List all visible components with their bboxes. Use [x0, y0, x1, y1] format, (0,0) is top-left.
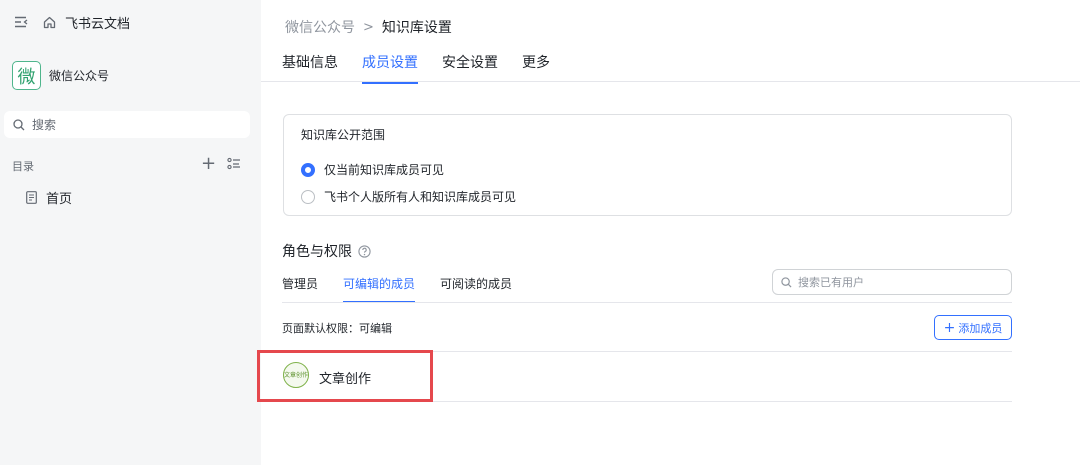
main-content: 微信公众号 > 知识库设置 基础信息 成员设置 安全设置 更多 知识库公开范围 … — [257, 0, 1080, 465]
tab-more[interactable]: 更多 — [522, 52, 550, 84]
default-permission-text: 页面默认权限：可编辑 — [282, 322, 392, 335]
radio-checked-icon[interactable] — [301, 162, 315, 177]
role-tabs: 管理员 可编辑的成员 可阅读的成员 — [282, 275, 537, 303]
radio-unchecked-icon[interactable] — [301, 189, 315, 204]
tab-readers[interactable]: 可阅读的成员 — [440, 275, 512, 303]
workspace-logo: 微 — [12, 61, 41, 90]
workspace-name[interactable]: 微信公众号 — [49, 67, 109, 84]
search-icon — [13, 118, 25, 131]
add-member-label: 添加成员 — [958, 321, 1003, 335]
app-title[interactable]: 飞书云文档 — [65, 13, 130, 32]
sidebar-header: 飞书云文档 — [14, 12, 130, 32]
tab-admins[interactable]: 管理员 — [282, 275, 318, 303]
toc-label: 目录 — [12, 160, 34, 173]
breadcrumb: 微信公众号 > 知识库设置 — [285, 17, 452, 37]
add-icon[interactable]: + — [201, 155, 216, 173]
visibility-option-label: 飞书个人版所有人和知识库成员可见 — [324, 190, 517, 204]
role-tabs-divider — [282, 302, 1012, 303]
breadcrumb-parent[interactable]: 微信公众号 — [285, 17, 355, 37]
tabs-divider — [261, 81, 1080, 82]
chevron-right-icon: > — [363, 19, 374, 35]
visibility-option-members[interactable]: 仅当前知识库成员可见 — [301, 161, 444, 178]
search-icon — [781, 276, 792, 288]
settings-tabs: 基础信息 成员设置 安全设置 更多 — [282, 52, 574, 84]
help-icon[interactable] — [358, 244, 371, 258]
sidebar: 飞书云文档 微 微信公众号 搜索 目录 + 首页 — [0, 0, 261, 465]
roles-section-title: 角色与权限 — [282, 241, 371, 261]
list-settings-icon[interactable] — [227, 157, 241, 171]
sidebar-search-input[interactable]: 搜索 — [4, 111, 250, 138]
tab-member-settings[interactable]: 成员设置 — [362, 52, 418, 84]
tab-security-settings[interactable]: 安全设置 — [442, 52, 498, 84]
member-search-input[interactable]: 搜索已有用户 — [772, 269, 1012, 295]
sidebar-search-placeholder: 搜索 — [32, 118, 57, 132]
highlight-box — [257, 350, 433, 402]
visibility-card: 知识库公开范围 仅当前知识库成员可见 飞书个人版所有人和知识库成员可见 — [283, 114, 1012, 216]
plus-icon: + — [943, 319, 956, 336]
collapse-sidebar-icon[interactable] — [14, 16, 28, 28]
visibility-option-public[interactable]: 飞书个人版所有人和知识库成员可见 — [301, 188, 516, 205]
roles-title: 角色与权限 — [282, 244, 352, 260]
tab-editors[interactable]: 可编辑的成员 — [343, 275, 416, 303]
sidebar-item-home[interactable]: 首页 — [26, 188, 72, 207]
sidebar-item-label: 首页 — [46, 192, 73, 207]
visibility-option-label: 仅当前知识库成员可见 — [324, 163, 445, 177]
visibility-title: 知识库公开范围 — [301, 128, 386, 142]
member-search-placeholder: 搜索已有用户 — [798, 276, 864, 289]
add-member-button[interactable]: + 添加成员 — [934, 315, 1012, 340]
tab-basic-info[interactable]: 基础信息 — [282, 52, 338, 84]
document-icon — [26, 191, 37, 204]
breadcrumb-current: 知识库设置 — [381, 20, 452, 36]
home-icon[interactable] — [43, 16, 56, 29]
